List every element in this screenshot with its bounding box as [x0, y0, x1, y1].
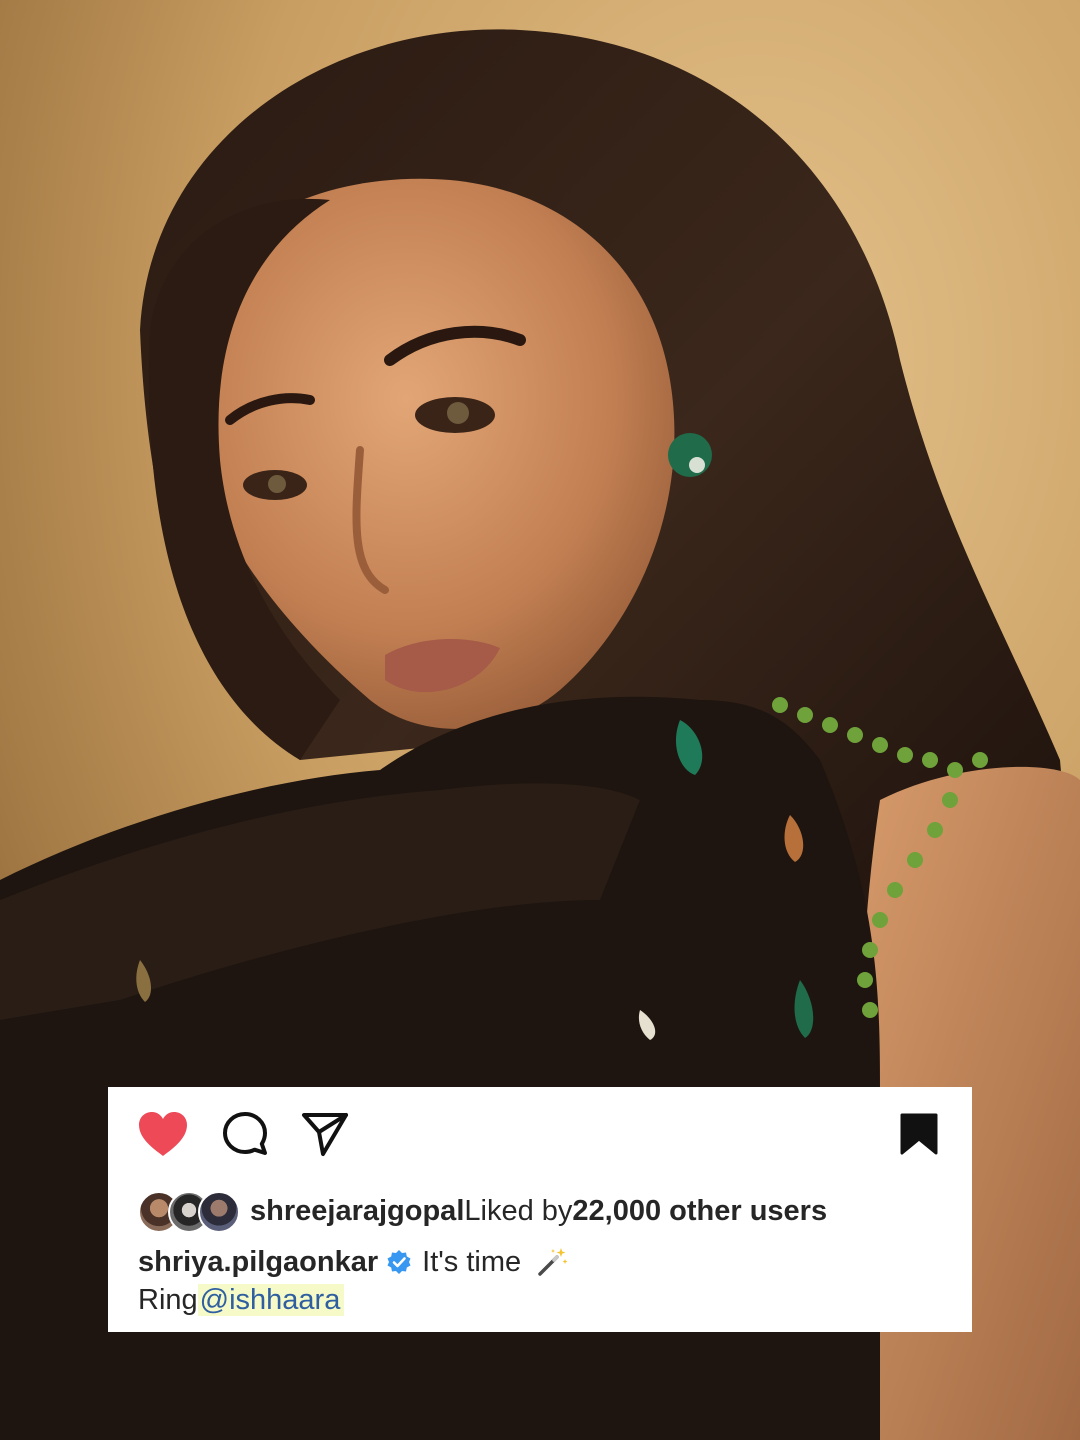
like-button[interactable]	[136, 1107, 190, 1161]
likes-row: shreejarajgopal Liked by 22,000 other use…	[138, 1189, 827, 1233]
caption-text: It's time	[422, 1246, 522, 1278]
caption-line2-prefix: Ring	[138, 1284, 198, 1316]
verified-badge-icon	[387, 1250, 411, 1274]
liked-by-username[interactable]: shreejarajgopal	[250, 1195, 464, 1228]
caption-username[interactable]: shriya.pilgaonkar	[138, 1243, 378, 1281]
post-caption: shriya.pilgaonkar It's time Ring@ishhaar…	[138, 1243, 569, 1319]
bookmark-filled-icon	[900, 1113, 938, 1155]
likes-count[interactable]: 22,000 other users	[572, 1195, 827, 1228]
mention-link[interactable]: @ishhaara	[197, 1284, 345, 1316]
save-button[interactable]	[892, 1107, 946, 1161]
magic-wand-icon	[538, 1248, 568, 1276]
paper-plane-icon	[302, 1113, 348, 1156]
liked-by-label: Liked by	[464, 1194, 573, 1227]
liker-avatars	[138, 1191, 242, 1233]
share-button[interactable]	[298, 1107, 352, 1161]
post-card: shreejarajgopal Liked by 22,000 other use…	[108, 1087, 972, 1332]
comment-bubble-icon	[223, 1112, 267, 1155]
comment-button[interactable]	[218, 1107, 272, 1161]
avatar[interactable]	[198, 1191, 240, 1233]
heart-filled-icon	[139, 1112, 187, 1156]
post-actions-bar	[108, 1087, 972, 1177]
